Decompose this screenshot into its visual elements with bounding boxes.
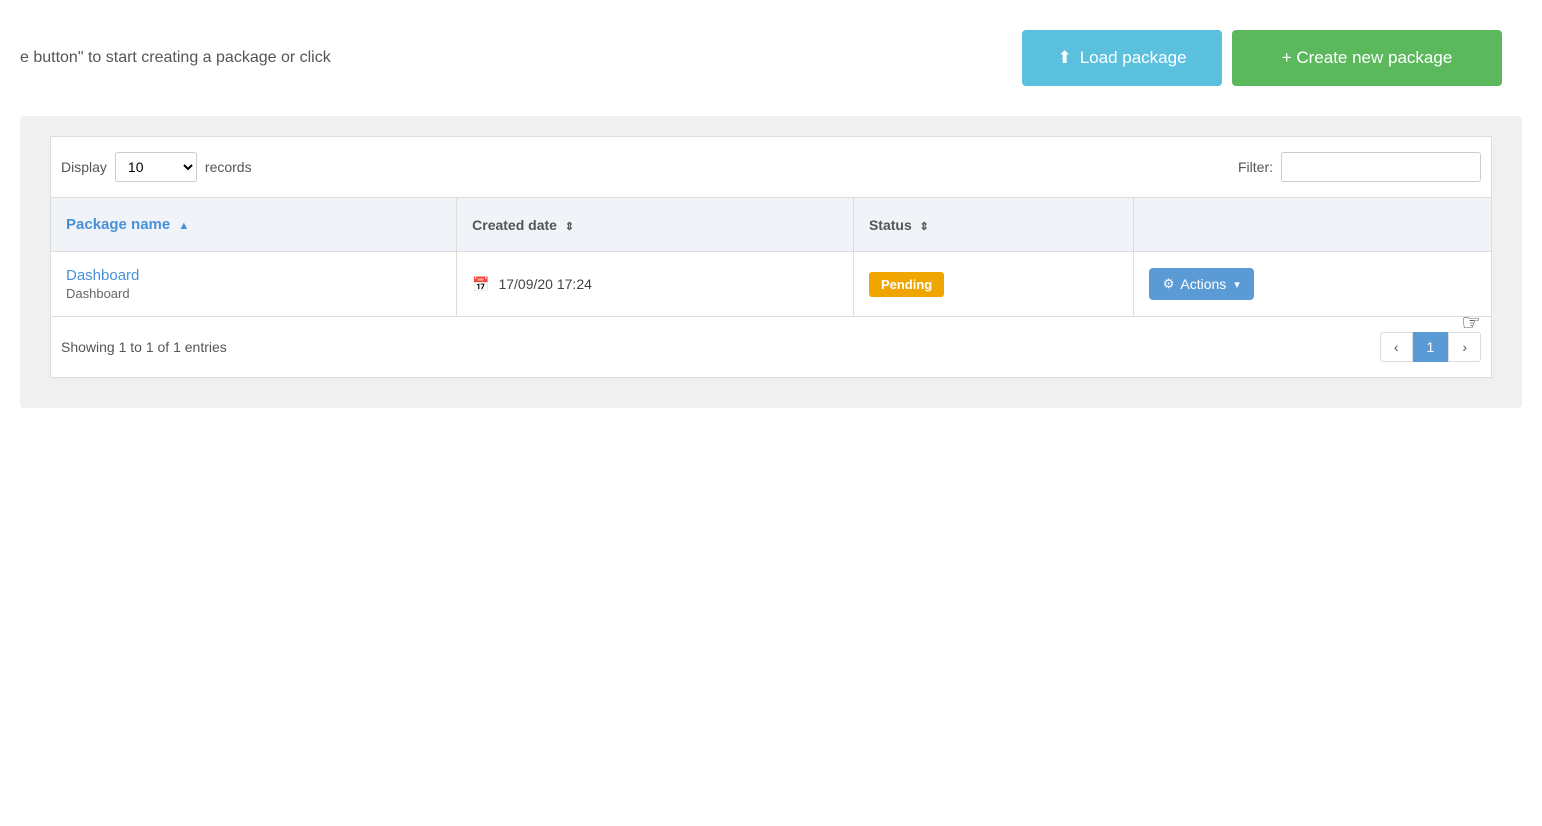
- chevron-down-icon: ▾: [1234, 278, 1240, 291]
- table-header-row: Package name ▲ Created date ⇕ Status ⇕: [51, 198, 1492, 252]
- sort-both-icon-date: ⇕: [565, 220, 574, 233]
- display-label: Display: [61, 159, 107, 175]
- col-header-status[interactable]: Status ⇕: [853, 198, 1133, 252]
- package-name-link[interactable]: Dashboard: [66, 267, 441, 284]
- gear-icon: ⚙: [1163, 276, 1175, 292]
- description-text: e button" to start creating a package or…: [20, 49, 331, 67]
- calendar-icon: 📅: [472, 276, 489, 292]
- cell-created-date: 📅 17/09/20 17:24: [457, 252, 854, 317]
- sort-both-icon-status: ⇕: [920, 220, 929, 233]
- created-date-value: 17/09/20 17:24: [498, 276, 591, 292]
- pagination-next-button[interactable]: ›: [1448, 332, 1481, 362]
- status-badge: Pending: [869, 272, 944, 297]
- controls-left: Display 10 25 50 100 records: [61, 152, 252, 182]
- actions-button[interactable]: ⚙ Actions ▾: [1149, 268, 1254, 300]
- col-header-actions: [1133, 198, 1491, 252]
- pagination-prev-button[interactable]: ‹: [1380, 332, 1413, 362]
- create-package-button[interactable]: + Create new package: [1232, 30, 1502, 86]
- controls-row: Display 10 25 50 100 records Filter:: [50, 136, 1492, 197]
- col-status-label: Status: [869, 217, 912, 233]
- load-icon: ⬆: [1057, 48, 1071, 68]
- cell-name: Dashboard Dashboard: [51, 252, 457, 317]
- pagination-page-1-button[interactable]: 1: [1413, 332, 1449, 362]
- sort-asc-icon: ▲: [178, 220, 189, 232]
- filter-input[interactable]: [1281, 152, 1481, 182]
- cell-status: Pending: [853, 252, 1133, 317]
- col-header-created-date[interactable]: Created date ⇕: [457, 198, 854, 252]
- table-section: Display 10 25 50 100 records Filter: Pac…: [20, 116, 1522, 408]
- actions-button-label: Actions: [1180, 276, 1226, 292]
- table-footer: Showing 1 to 1 of 1 entries ‹ 1 ›: [50, 317, 1492, 378]
- table-row: Dashboard Dashboard 📅 17/09/20 17:24 Pen…: [51, 252, 1492, 317]
- load-package-button[interactable]: ⬆ Load package: [1022, 30, 1222, 86]
- display-select[interactable]: 10 25 50 100: [115, 152, 197, 182]
- pagination: ‹ 1 ›: [1380, 332, 1481, 362]
- package-sub-name: Dashboard: [66, 286, 441, 301]
- create-button-label: + Create new package: [1282, 48, 1453, 68]
- entries-label: Showing 1 to 1 of 1 entries: [61, 339, 227, 355]
- controls-right: Filter:: [1238, 152, 1481, 182]
- col-name-label: Package name: [66, 216, 170, 233]
- page-wrapper: e button" to start creating a package or…: [0, 0, 1542, 826]
- filter-label: Filter:: [1238, 159, 1273, 175]
- data-table: Package name ▲ Created date ⇕ Status ⇕: [50, 197, 1492, 317]
- top-bar-buttons: ⬆ Load package + Create new package: [1022, 30, 1502, 86]
- records-label: records: [205, 159, 252, 175]
- col-created-date-label: Created date: [472, 217, 557, 233]
- top-bar: e button" to start creating a package or…: [0, 0, 1542, 116]
- load-button-label: Load package: [1080, 48, 1187, 68]
- cell-actions: ⚙ Actions ▾ ☞: [1133, 252, 1491, 317]
- col-header-name[interactable]: Package name ▲: [51, 198, 457, 252]
